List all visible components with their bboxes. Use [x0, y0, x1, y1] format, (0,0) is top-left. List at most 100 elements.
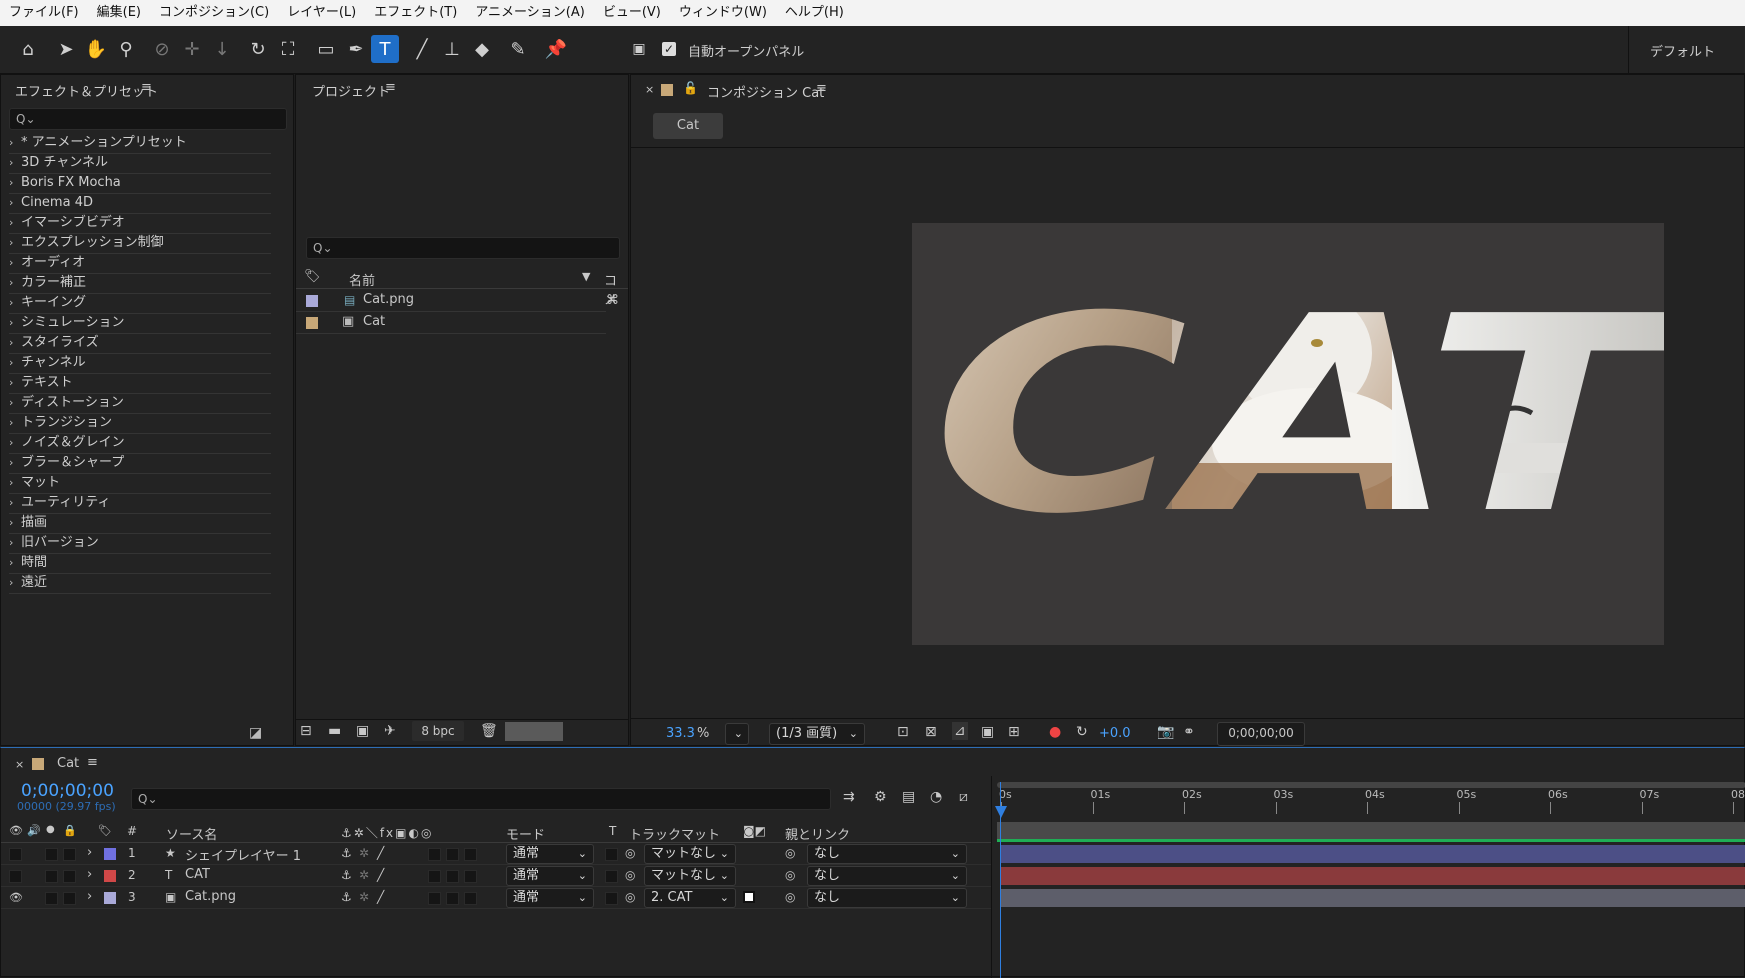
fast-preview-icon[interactable]: ⊡ [897, 724, 909, 740]
chevron-right-icon[interactable]: › [9, 393, 21, 412]
menu-composition[interactable]: コンポジション(C) [150, 0, 278, 26]
preserve-transparency-switch[interactable] [605, 870, 618, 883]
audio-switch-icon[interactable]: 🔊 [27, 824, 41, 837]
label-tag-icon[interactable]: 🏷 [98, 824, 112, 837]
chevron-right-icon[interactable]: › [9, 373, 21, 392]
lock-switch[interactable] [63, 870, 76, 883]
menu-file[interactable]: ファイル(F) [0, 0, 88, 26]
chevron-right-icon[interactable]: › [87, 845, 92, 860]
sort-chevron-icon[interactable]: ▼ [582, 270, 590, 283]
current-time-display[interactable]: 0;00;00;00 [1217, 722, 1305, 746]
adjustment-switch[interactable] [446, 870, 459, 883]
puppet-pin-icon[interactable]: 📌 [542, 35, 570, 63]
selection-tool-icon[interactable]: ➤ [52, 35, 80, 63]
effects-category-item[interactable]: › 時間 [9, 553, 271, 574]
parent-pickwhip-icon[interactable]: ◎ [785, 890, 795, 904]
effects-category-item[interactable]: › ディストーション [9, 393, 271, 414]
effects-category-item[interactable]: › チャンネル [9, 353, 271, 374]
panel-menu-icon[interactable]: ≡ [141, 80, 152, 95]
parent-pickwhip-icon[interactable]: ◎ [785, 868, 795, 882]
timeline-timecode[interactable]: 0;00;00;00 [21, 781, 114, 801]
panel-menu-icon[interactable]: ≡ [385, 80, 396, 95]
layer-row[interactable]: 👁 › 2 T CAT ⚓ ✲ ╱ 通常⌄ ◎ マットなし⌄ ◎ なし⌄ [1, 866, 991, 887]
chevron-right-icon[interactable]: › [9, 353, 21, 372]
dolly-camera-icon[interactable]: ↓ [208, 35, 236, 63]
panel-menu-icon[interactable]: ≡ [816, 81, 827, 96]
collapse-switch-icon[interactable]: ✲ [359, 890, 369, 904]
solo-switch[interactable] [45, 870, 58, 883]
graph-editor-icon[interactable]: ⧄ [959, 789, 968, 805]
quality-switch-icon[interactable]: ╱ [377, 868, 384, 882]
layer-name[interactable]: Cat.png [185, 889, 236, 904]
effects-category-item[interactable]: › マット [9, 473, 271, 494]
panel-layout-icon[interactable]: ▣ [625, 35, 653, 63]
eye-icon[interactable]: 👁 [9, 891, 23, 904]
track-matte-dropdown[interactable]: マットなし ⌄ [644, 844, 736, 864]
parent-dropdown[interactable]: なし ⌄ [807, 888, 967, 908]
chevron-right-icon[interactable]: › [9, 313, 21, 332]
chevron-right-icon[interactable]: › [9, 513, 21, 532]
effects-category-item[interactable]: › ユーティリティ [9, 493, 271, 514]
rectangle-tool-icon[interactable]: ▭ [312, 35, 340, 63]
project-item-row[interactable]: ▤ Cat.png [296, 291, 606, 312]
effects-category-item[interactable]: › * アニメーションプリセット [9, 133, 271, 154]
effects-category-item[interactable]: › キーイング [9, 293, 271, 314]
playhead-icon[interactable] [995, 806, 1007, 818]
chevron-right-icon[interactable]: › [9, 573, 21, 592]
chevron-right-icon[interactable]: › [9, 173, 21, 192]
zoom-tool-icon[interactable]: ⚲ [112, 35, 140, 63]
menu-layer[interactable]: レイヤー(L) [278, 0, 365, 26]
chevron-right-icon[interactable]: › [9, 233, 21, 252]
layer-duration-bar[interactable] [1001, 845, 1745, 863]
resolution-dropdown[interactable]: (1/3 画質) ⌄ [769, 723, 865, 745]
eraser-tool-icon[interactable]: ◆ [468, 35, 496, 63]
source-name-header[interactable]: ソース名 [166, 824, 217, 843]
col-name-header[interactable]: 名前 [349, 270, 375, 289]
shy-switch-icon[interactable]: ⚓ [341, 890, 352, 904]
lock-icon[interactable]: 🔒 [63, 824, 77, 837]
effects-category-item[interactable]: › イマーシブビデオ [9, 213, 271, 234]
orbit-camera-icon[interactable]: ⊘ [148, 35, 176, 63]
pickwhip-icon[interactable]: ◎ [625, 890, 635, 904]
chevron-right-icon[interactable]: › [9, 273, 21, 292]
motion-blur-icon[interactable]: ◔ [930, 789, 942, 805]
menu-view[interactable]: ビュー(V) [594, 0, 670, 26]
parent-pickwhip-icon[interactable]: ◎ [785, 846, 795, 860]
label-color-swatch[interactable] [104, 848, 116, 860]
auto-open-checkbox[interactable]: ✓ [662, 42, 676, 56]
chevron-right-icon[interactable]: › [9, 433, 21, 452]
frame-blending-icon[interactable]: ▤ [902, 789, 915, 805]
draft-3d-icon[interactable]: ⚙ [874, 789, 887, 805]
blend-mode-dropdown[interactable]: 通常 ⌄ [506, 866, 594, 886]
label-color-swatch[interactable] [104, 870, 116, 882]
chevron-right-icon[interactable]: › [9, 293, 21, 312]
blend-mode-dropdown[interactable]: 通常 ⌄ [506, 888, 594, 908]
chevron-right-icon[interactable]: › [9, 213, 21, 232]
bpc-button[interactable]: 8 bpc [412, 721, 464, 741]
parent-link-header[interactable]: 親とリンク [785, 824, 850, 843]
video-switch[interactable] [9, 848, 22, 861]
label-color-swatch[interactable] [306, 317, 318, 329]
chevron-right-icon[interactable]: › [9, 253, 21, 272]
chevron-right-icon[interactable]: › [9, 533, 21, 552]
pickwhip-icon[interactable]: ◎ [625, 868, 635, 882]
hand-tool-icon[interactable]: ✋ [82, 35, 110, 63]
parent-dropdown[interactable]: なし ⌄ [807, 844, 967, 864]
label-tag-icon[interactable]: 🏷 [304, 269, 321, 284]
menu-edit[interactable]: 編集(E) [88, 0, 150, 26]
motion-blur-switch[interactable] [428, 848, 441, 861]
mask-visibility-icon[interactable]: ⊿ [952, 722, 968, 740]
trash-icon[interactable]: 🗑 [480, 723, 498, 739]
rotate-tool-icon[interactable]: ↻ [244, 35, 272, 63]
adjustment-switch[interactable] [446, 848, 459, 861]
video-switch[interactable] [9, 870, 22, 883]
layer-duration-bar[interactable] [1001, 867, 1745, 885]
chevron-right-icon[interactable]: › [9, 553, 21, 572]
pen-tool-icon[interactable]: ✒ [342, 35, 370, 63]
transparency-grid-icon[interactable]: ⊠ [925, 724, 937, 740]
effects-category-item[interactable]: › ノイズ＆グレイン [9, 433, 271, 454]
chevron-right-icon[interactable]: › [9, 153, 21, 172]
close-icon[interactable]: × [645, 83, 654, 96]
effects-category-item[interactable]: › オーディオ [9, 253, 271, 274]
motion-blur-switch[interactable] [428, 892, 441, 905]
